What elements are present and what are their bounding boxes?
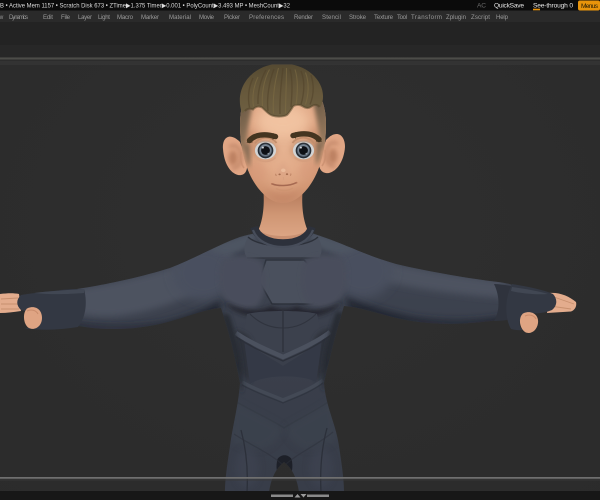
svg-text:Movie: Movie — [199, 14, 215, 21]
svg-text:Picker: Picker — [224, 14, 240, 21]
svg-text:Zscript: Zscript — [471, 14, 490, 21]
svg-text:Tool: Tool — [397, 14, 407, 21]
svg-text:Transform: Transform — [411, 14, 442, 21]
svg-text:AC: AC — [477, 3, 486, 10]
svg-text:Stencil: Stencil — [322, 14, 341, 21]
svg-text:Layer: Layer — [78, 14, 92, 21]
svg-text:See-through 0: See-through 0 — [533, 3, 573, 10]
svg-text:Texture: Texture — [374, 14, 394, 21]
svg-text:Dynamics: Dynamics — [9, 14, 28, 21]
svg-text:Menus: Menus — [581, 3, 599, 10]
svg-text:Preferences: Preferences — [249, 14, 284, 21]
svg-text:Render: Render — [294, 14, 313, 21]
svg-text:QuickSave: QuickSave — [494, 3, 524, 10]
svg-text:Marker: Marker — [141, 14, 159, 21]
svg-text:Light: Light — [98, 14, 110, 21]
svg-text:B • Active Mem 1157 • Scratch: B • Active Mem 1157 • Scratch Disk 673 •… — [0, 3, 290, 10]
svg-text:Material: Material — [169, 14, 191, 21]
svg-text:Stroke: Stroke — [349, 14, 367, 21]
svg-text:Help: Help — [496, 14, 509, 21]
svg-text:Zplugin: Zplugin — [446, 14, 466, 21]
svg-text:File: File — [61, 14, 71, 21]
svg-text:Macro: Macro — [117, 14, 134, 21]
svg-text:Edit: Edit — [43, 14, 53, 21]
